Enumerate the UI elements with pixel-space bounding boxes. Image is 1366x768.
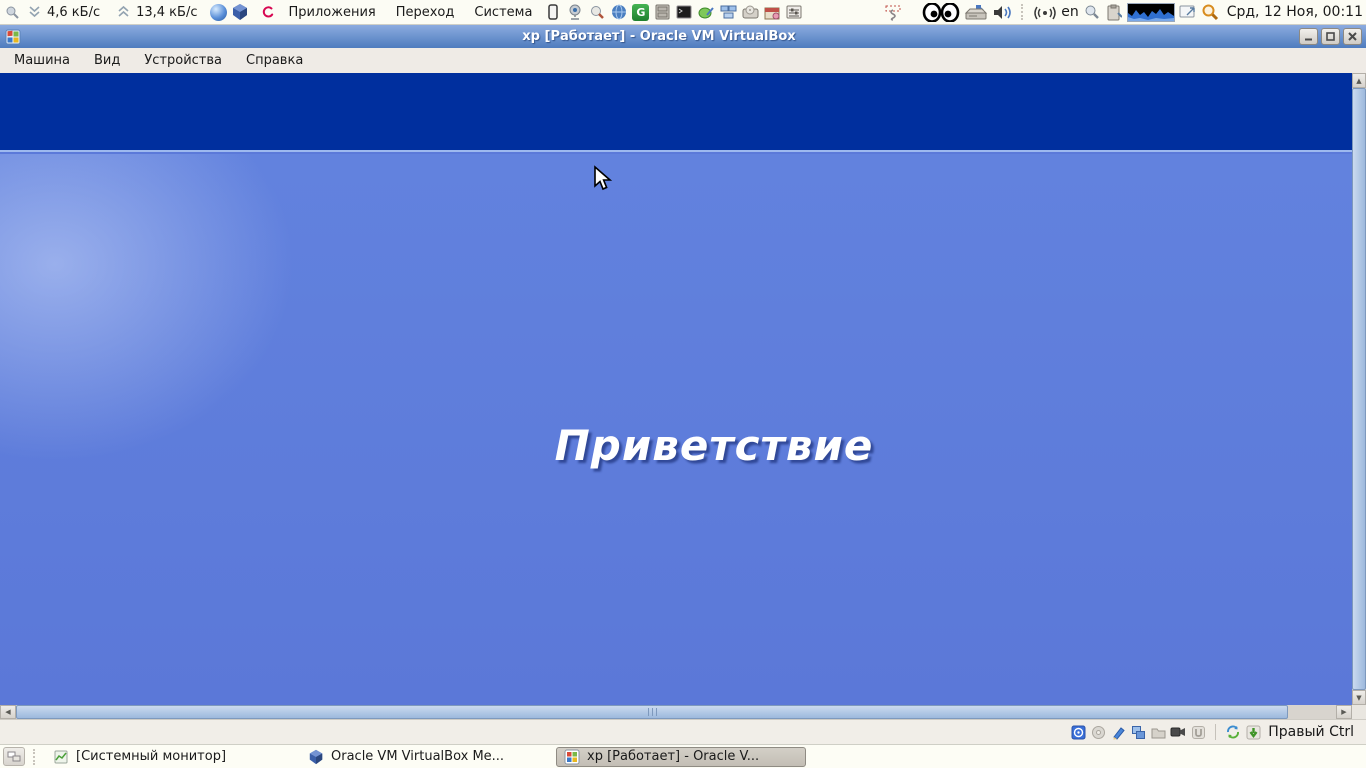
- horizontal-scroll-track[interactable]: [1288, 705, 1336, 719]
- smartphone-launcher-icon[interactable]: [544, 3, 562, 21]
- virtualbox-task-icon: [307, 748, 325, 766]
- xp-task-icon: [563, 748, 581, 766]
- horizontal-scrollbar[interactable]: ◀ ▶: [0, 705, 1352, 719]
- xp-welcome-title-wrap: Приветствие: [0, 421, 1352, 470]
- scroll-left-button[interactable]: ◀: [0, 705, 16, 719]
- search-orange-applet-icon[interactable]: [1201, 3, 1219, 21]
- notes-launcher-icon[interactable]: [697, 3, 715, 21]
- xp-header-band: [0, 73, 1352, 152]
- vbox-menubar: Машина Вид Устройства Справка: [0, 48, 1366, 73]
- vm-screen[interactable]: Приветствие: [0, 73, 1352, 705]
- vm-display-area: Приветствие ▲ ▼: [0, 73, 1366, 705]
- network-status-icon[interactable]: [1130, 724, 1146, 740]
- debian-icon[interactable]: [259, 3, 277, 21]
- magnifier-applet-icon[interactable]: [1083, 3, 1101, 21]
- wireless-applet-icon[interactable]: [1033, 3, 1057, 21]
- display-status-icon[interactable]: [1110, 724, 1126, 740]
- preferences-launcher-icon[interactable]: [785, 3, 803, 21]
- menu-view[interactable]: Вид: [84, 50, 130, 71]
- hard-disks-status-icon[interactable]: [1070, 724, 1086, 740]
- upload-speed: 13,4 кБ/с: [136, 4, 198, 20]
- window-list-button[interactable]: [3, 747, 25, 766]
- workspaces-launcher-icon[interactable]: [719, 3, 737, 21]
- top-panel: 4,6 кБ/с 13,4 кБ/с Приложения Переход Си…: [0, 0, 1366, 25]
- close-button[interactable]: [1343, 28, 1362, 45]
- package-launcher-icon[interactable]: [763, 3, 781, 21]
- scroll-right-button[interactable]: ▶: [1336, 705, 1352, 719]
- upload-arrow-icon: [114, 3, 132, 21]
- clipboard-applet-icon[interactable]: [1105, 3, 1123, 21]
- maximize-button[interactable]: [1321, 28, 1340, 45]
- clock-applet[interactable]: Срд, 12 Ноя, 00:11: [1227, 4, 1363, 20]
- mouse-cursor: [591, 165, 613, 197]
- host-key-label: Правый Ctrl: [1268, 724, 1354, 740]
- task-label: [Системный монитор]: [76, 749, 227, 764]
- green-g-launcher-icon[interactable]: G: [632, 3, 650, 21]
- scroll-grip: [647, 708, 657, 716]
- optical-drives-status-icon[interactable]: [1090, 724, 1106, 740]
- menu-places[interactable]: Переход: [388, 2, 463, 23]
- shared-folders-status-icon[interactable]: [1150, 724, 1166, 740]
- keyboard-layout-indicator[interactable]: en: [1061, 4, 1079, 20]
- task-label: Oracle VM VirtualBox Me...: [331, 749, 505, 764]
- video-capture-status-icon[interactable]: [1170, 724, 1186, 740]
- virtualbox-launcher-icon[interactable]: [231, 3, 249, 21]
- system-monitor-task-icon: [52, 748, 70, 766]
- xp-welcome-title: Приветствие: [554, 421, 874, 470]
- window-title: xp [Работает] - Oracle VM VirtualBox: [522, 29, 796, 44]
- vertical-scrollbar[interactable]: ▲ ▼: [1352, 73, 1366, 705]
- minimize-button[interactable]: [1299, 28, 1318, 45]
- menu-machine[interactable]: Машина: [4, 50, 80, 71]
- menu-help[interactable]: Справка: [236, 50, 313, 71]
- volume-applet-icon[interactable]: [992, 3, 1014, 21]
- scroll-down-button[interactable]: ▼: [1352, 690, 1366, 705]
- task-label: xp [Работает] - Oracle V...: [587, 749, 760, 764]
- search-tool-launcher-icon[interactable]: [588, 3, 606, 21]
- panel-indicator-area: en Срд, 12 Ноя, 00:11: [884, 2, 1363, 22]
- taskbar: [Системный монитор] Oracle VM VirtualBox…: [0, 744, 1366, 768]
- webcam-launcher-icon[interactable]: [566, 3, 584, 21]
- eyes-applet-icon[interactable]: [922, 2, 960, 22]
- task-xp-vm[interactable]: xp [Работает] - Oracle V...: [556, 746, 806, 767]
- taskbar-drag-handle[interactable]: [33, 748, 38, 765]
- scroll-up-button[interactable]: ▲: [1352, 73, 1366, 88]
- download-arrow-icon: [25, 3, 43, 21]
- system-monitor-graph-applet[interactable]: [1126, 2, 1175, 22]
- task-system-monitor[interactable]: [Системный монитор]: [46, 747, 296, 767]
- vbox-window-icon: [4, 28, 22, 46]
- modem-applet-icon[interactable]: [964, 3, 988, 21]
- web-globe-launcher-icon[interactable]: [610, 3, 628, 21]
- netspeed-applet-icon[interactable]: [3, 3, 21, 21]
- cd-drive-launcher-icon[interactable]: [741, 3, 759, 21]
- vertical-scroll-thumb[interactable]: [1352, 88, 1366, 690]
- statusbar-separator: [1215, 724, 1217, 740]
- tack-applet-icon[interactable]: [884, 3, 902, 21]
- screenshot-applet-icon[interactable]: [1179, 3, 1197, 21]
- download-speed: 4,6 кБ/с: [47, 4, 101, 20]
- vbox-statusbar: Правый Ctrl: [0, 719, 1366, 744]
- usb-status-icon[interactable]: [1190, 724, 1206, 740]
- scrollbar-corner: [1352, 705, 1366, 719]
- file-cabinet-launcher-icon[interactable]: [653, 3, 671, 21]
- mouse-integration-status-icon[interactable]: [1225, 724, 1241, 740]
- browser-launcher-icon[interactable]: [209, 3, 227, 21]
- horizontal-scroll-thumb[interactable]: [16, 705, 1288, 719]
- keyboard-capture-status-icon[interactable]: [1245, 724, 1261, 740]
- terminal-launcher-icon[interactable]: [675, 3, 693, 21]
- task-virtualbox-manager[interactable]: Oracle VM VirtualBox Me...: [301, 747, 551, 767]
- menu-applications[interactable]: Приложения: [281, 2, 384, 23]
- panel-separator: [1021, 4, 1026, 20]
- vbox-window-titlebar[interactable]: xp [Работает] - Oracle VM VirtualBox: [0, 25, 1366, 48]
- menu-devices[interactable]: Устройства: [134, 50, 232, 71]
- menu-system[interactable]: Система: [466, 2, 540, 23]
